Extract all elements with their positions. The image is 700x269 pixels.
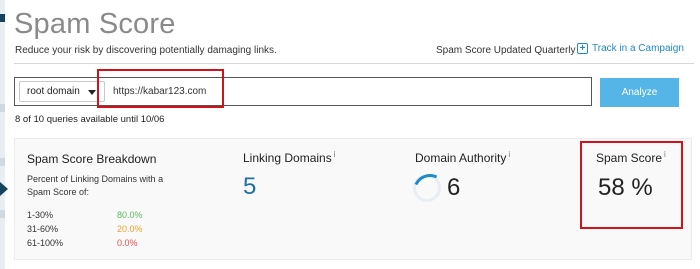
linking-domains-title: Linking Domains i — [243, 150, 336, 165]
track-link-label: Track in a Campaign — [592, 43, 684, 54]
range-label: 1-30% — [27, 210, 54, 220]
queries-remaining-text: 8 of 10 queries available until 10/06 — [15, 114, 165, 125]
info-icon[interactable]: i — [508, 150, 510, 159]
linking-domains-label: Linking Domains — [243, 151, 332, 165]
edge-tick — [0, 14, 5, 22]
analyze-button[interactable]: Analyze — [600, 78, 679, 107]
page-title: Spam Score — [14, 8, 176, 40]
caret-down-icon — [88, 90, 96, 95]
header-divider — [14, 63, 694, 64]
breakdown-row: 61-100% 0.0% — [27, 238, 157, 248]
spam-score-value: 58 % — [598, 174, 653, 201]
left-edge-bar — [0, 0, 5, 269]
breakdown-row: 31-60% 20.0% — [27, 224, 157, 234]
track-in-campaign-link[interactable]: + Track in a Campaign — [577, 43, 684, 54]
domain-authority-gauge-icon — [413, 174, 441, 202]
range-label: 61-100% — [27, 238, 64, 248]
domain-authority-title: Domain Authority i — [415, 150, 510, 165]
spam-score-title: Spam Score i — [596, 150, 666, 165]
search-bar: root domain — [14, 77, 592, 106]
page-subtitle: Reduce your risk by discovering potentia… — [15, 45, 277, 56]
breakdown-row: 1-30% 80.0% — [27, 210, 157, 220]
range-percent: 20.0% — [117, 224, 143, 234]
results-panel: Spam Score Breakdown Percent of Linking … — [14, 138, 692, 260]
info-icon[interactable]: i — [334, 150, 336, 159]
edge-tick — [0, 158, 5, 166]
domain-authority-label: Domain Authority — [415, 151, 507, 165]
range-label: 31-60% — [27, 224, 59, 234]
linking-domains-value: 5 — [243, 173, 257, 200]
edge-tick — [0, 210, 5, 218]
update-frequency-text: Spam Score Updated Quarterly — [436, 45, 576, 56]
range-percent: 80.0% — [117, 210, 143, 220]
breakdown-title: Spam Score Breakdown — [27, 152, 157, 166]
plus-icon: + — [577, 43, 588, 54]
range-percent: 0.0% — [117, 238, 138, 248]
info-icon[interactable]: i — [664, 150, 666, 159]
scope-dropdown-value: root domain — [27, 86, 80, 97]
section-pointer-icon — [0, 182, 8, 196]
domain-authority-value: 6 — [447, 174, 461, 201]
url-input[interactable] — [111, 82, 581, 101]
breakdown-description: Percent of Linking Domains with a Spam S… — [27, 174, 164, 197]
scope-dropdown[interactable]: root domain — [19, 81, 105, 102]
edge-tick — [0, 104, 5, 112]
spam-score-label: Spam Score — [596, 151, 663, 165]
